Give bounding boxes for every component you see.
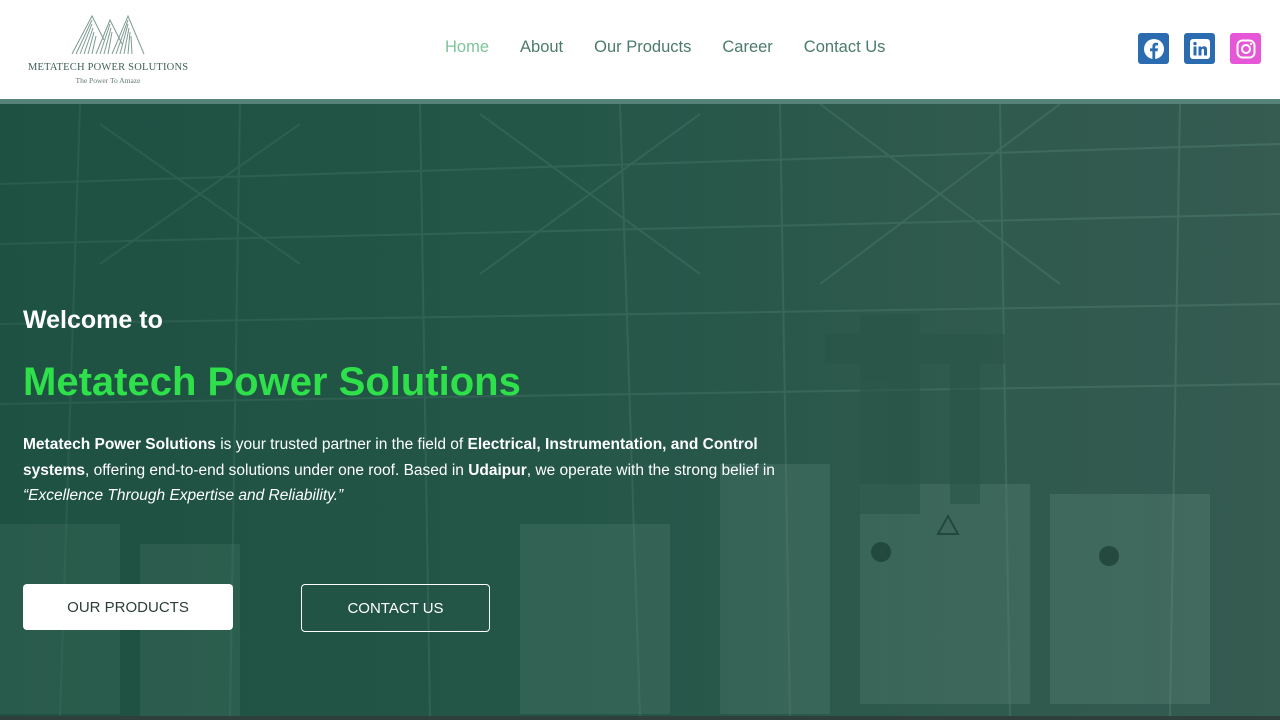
- nav-item-our-products[interactable]: Our Products: [594, 38, 691, 57]
- linkedin-icon: [1189, 38, 1210, 59]
- logo-tagline: The Power To Amaze: [75, 76, 141, 85]
- desc-company: Metatech Power Solutions: [23, 436, 216, 453]
- hero-section: Welcome to Metatech Power Solutions Meta…: [0, 104, 1280, 716]
- desc-city: Udaipur: [468, 461, 527, 479]
- hero-welcome-text: Welcome to: [23, 306, 163, 334]
- instagram-link[interactable]: [1230, 33, 1261, 64]
- bottom-strip: [0, 716, 1280, 720]
- facebook-icon: [1143, 38, 1164, 59]
- nav-item-home[interactable]: Home: [445, 38, 489, 57]
- contact-us-button[interactable]: CONTACT US: [301, 584, 490, 632]
- hero-title: Metatech Power Solutions: [23, 360, 521, 404]
- our-products-button[interactable]: OUR PRODUCTS: [23, 584, 233, 630]
- linkedin-link[interactable]: [1184, 33, 1215, 64]
- nav-item-career[interactable]: Career: [722, 38, 772, 57]
- desc-text-2: , offering end-to-end solutions under on…: [85, 461, 469, 479]
- nav-item-about[interactable]: About: [520, 38, 563, 57]
- company-logo[interactable]: METATECH POWER SOLUTIONS The Power To Am…: [28, 10, 188, 90]
- logo-mountain-icon: [71, 14, 145, 55]
- site-header: METATECH POWER SOLUTIONS The Power To Am…: [0, 0, 1280, 100]
- facebook-link[interactable]: [1138, 33, 1169, 64]
- nav-item-contact-us[interactable]: Contact Us: [804, 38, 886, 57]
- hero-description: Metatech Power Solutions is your trusted…: [23, 432, 823, 509]
- main-nav: Home About Our Products Career Contact U…: [445, 38, 885, 57]
- desc-text-1: is your trusted partner in the field of: [215, 436, 468, 453]
- desc-motto: “Excellence Through Expertise and Reliab…: [23, 487, 344, 504]
- social-links: [1138, 33, 1261, 64]
- logo-company-name: METATECH POWER SOLUTIONS: [28, 62, 189, 73]
- instagram-icon: [1236, 39, 1255, 58]
- desc-text-3: , we operate with the strong belief in: [526, 461, 775, 479]
